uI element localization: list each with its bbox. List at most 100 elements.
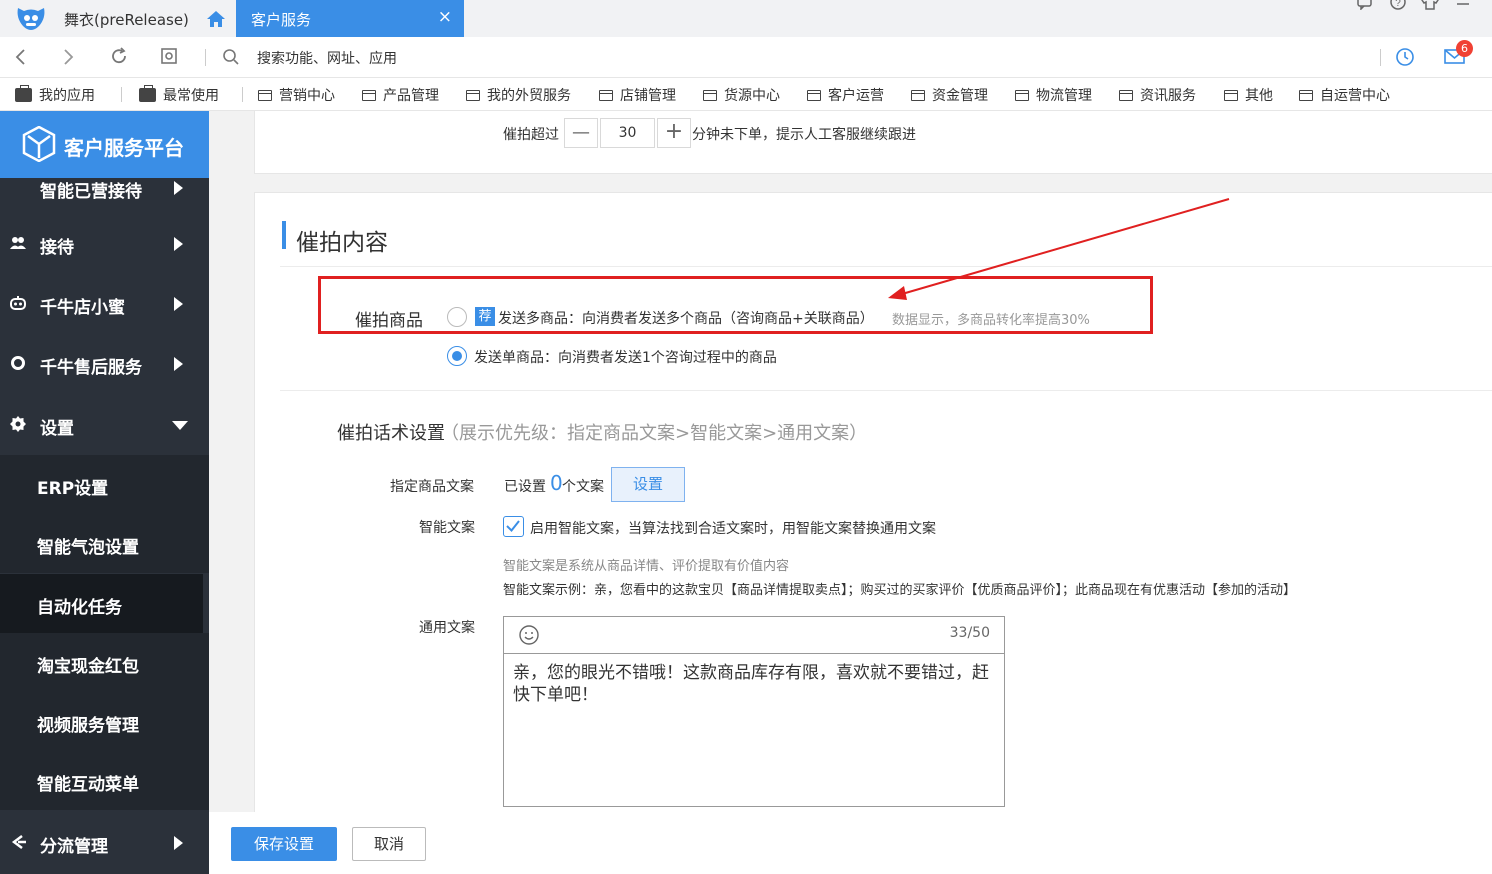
sidebar-item-aftersale[interactable]: 千牛售后服务 [0,334,209,394]
sidebar-item-label: 接待 [40,238,74,258]
timeout-setting-card: 催拍超过 — 30 + 分钟未下单，提示人工客服继续跟进 [254,111,1492,174]
sidebar-item-routing[interactable]: 分流管理 [0,813,209,873]
history-icon[interactable] [1395,47,1415,67]
folder-icon [806,89,821,101]
chevron-right-icon [174,836,183,850]
navigation-bar: 搜索功能、网址、应用 6 [0,37,1492,78]
sidebar-item-label: 淘宝现金红包 [37,657,139,677]
robot-icon [10,296,26,310]
back-icon[interactable] [14,48,26,66]
sidebar-item-settings[interactable]: 设置 [0,395,209,455]
sidebar-item-label: 千牛售后服务 [40,358,142,378]
smart-copy-checkbox-label[interactable]: 启用智能文案，当算法找到合适文案时，用智能文案替换通用文案 [530,518,936,538]
sidebar-header: 客户服务平台 [0,111,209,178]
bookmark-other[interactable]: 其他 [1223,85,1273,105]
tab-customer-service[interactable]: 客户服务 × [236,0,464,37]
sidebar-item-automation[interactable]: 自动化任务 [0,574,203,633]
app-title: 舞衣(preRelease) [64,11,189,29]
cancel-button[interactable]: 取消 [352,827,426,861]
sidebar-item-label: 智能气泡设置 [37,538,139,558]
sidebar-item-erp[interactable]: ERP设置 [0,455,209,514]
divider [280,266,1492,267]
help-icon[interactable]: ? [1389,0,1407,10]
general-copy-text[interactable]: 亲，您的眼光不错哦！这款商品库存有限，喜欢就不要错过，赶快下单吧！ [513,662,993,706]
bookmark-my-apps[interactable]: 我的应用 [15,85,95,105]
folder-icon [1223,89,1238,101]
minutes-input[interactable]: 30 [600,118,655,148]
folder-icon [1014,89,1029,101]
bookmark-sourcing[interactable]: 货源中心 [702,85,780,105]
message-count-badge: 6 [1456,40,1473,57]
bookmark-product[interactable]: 产品管理 [361,85,439,105]
smart-copy-example: 智能文案示例：亲，您看中的这款宝贝【商品详情提取卖点】；购买过的买家评价【优质商… [503,583,1297,598]
decrement-button[interactable]: — [564,118,598,148]
specified-copy-label: 指定商品文案 [390,479,474,495]
set-copy-button[interactable]: 设置 [611,467,685,502]
sidebar-item-label: 智能互动菜单 [37,775,139,795]
sidebar-item-menu[interactable]: 智能互动菜单 [0,751,209,810]
specified-copy-count: 0 [550,471,563,495]
save-button[interactable]: 保存设置 [231,827,337,861]
radio-single-product[interactable] [447,346,467,366]
bookmark-frequent[interactable]: 最常使用 [139,85,219,105]
home-tab[interactable] [198,0,234,37]
bookmark-self-ops[interactable]: 自运营中心 [1298,85,1390,105]
bookmarks-bar: 我的应用 最常使用 营销中心 产品管理 我的外贸服务 店铺管理 货源中心 客户运… [0,78,1492,111]
platform-logo-icon [22,126,56,162]
skin-icon[interactable] [1420,0,1440,10]
circle-icon [11,356,25,370]
sidebar-item-qianniu-xiaomi[interactable]: 千牛店小蜜 [0,274,209,334]
folder-icon [910,89,925,101]
briefcase-icon [15,85,32,102]
general-copy-label: 通用文案 [419,620,475,636]
bookmark-marketing[interactable]: 营销中心 [257,85,335,105]
option-single-label[interactable]: 发送单商品：向消费者发送1个咨询过程中的商品 [474,347,777,367]
bookmark-logistics[interactable]: 物流管理 [1014,85,1092,105]
window-titlebar: 舞衣(preRelease) 客户服务 × ? [0,0,1492,37]
sidebar: 客户服务平台 智能已营接待 接待 千牛店小蜜 千牛售后服务 设置 ERP设置 智… [0,111,209,874]
specified-copy-suffix: 个文案 [562,479,604,495]
menu-icon[interactable] [1455,0,1471,10]
feedback-icon[interactable] [1356,0,1374,10]
forward-icon[interactable] [63,48,75,66]
bookmark-store[interactable]: 店铺管理 [598,85,676,105]
routing-icon [11,835,26,849]
sidebar-item-bubble[interactable]: 智能气泡设置 [0,514,209,573]
bookmark-customer-ops[interactable]: 客户运营 [806,85,884,105]
sidebar-item-reception[interactable]: 接待 [0,214,209,274]
checkmark-icon [506,520,520,533]
tab-close-icon[interactable]: × [438,7,452,27]
address-search-input[interactable]: 搜索功能、网址、应用 [257,48,397,68]
sidebar-item-video[interactable]: 视频服务管理 [0,692,209,751]
script-settings-title: 催拍话术设置 [337,423,445,444]
screenshot-icon[interactable] [160,47,178,65]
refresh-icon[interactable] [110,47,128,65]
bookmark-news[interactable]: 资讯服务 [1118,85,1196,105]
general-copy-editor[interactable]: 33/50 亲，您的眼光不错哦！这款商品库存有限，喜欢就不要错过，赶快下单吧！ [503,616,1005,807]
bookmark-foreign-trade[interactable]: 我的外贸服务 [465,85,571,105]
folder-icon [598,89,613,101]
search-icon [223,49,239,65]
bookmark-funds[interactable]: 资金管理 [910,85,988,105]
folder-icon [465,89,480,101]
sidebar-item-label: 千牛店小蜜 [40,298,125,318]
chevron-right-icon [174,181,183,195]
script-settings-hint: （展示优先级：指定商品文案>智能文案>通用文案） [441,423,868,444]
sidebar-item-label: ERP设置 [37,479,109,499]
increment-button[interactable]: + [657,118,691,148]
main-content: 催拍超过 — 30 + 分钟未下单，提示人工客服继续跟进 催拍内容 催拍商品 荐… [209,111,1492,874]
sidebar-item-redpacket[interactable]: 淘宝现金红包 [0,633,209,692]
users-icon [10,237,26,249]
sidebar-item-label: 设置 [40,419,74,439]
smart-copy-checkbox[interactable] [503,516,524,537]
plus-icon: + [664,119,684,144]
platform-title: 客户服务平台 [64,136,184,160]
char-count: 33/50 [949,625,990,641]
sidebar-item-label: 视频服务管理 [37,716,139,736]
folder-icon [1118,89,1133,101]
editor-toolbar: 33/50 [504,617,1004,654]
smart-copy-label: 智能文案 [419,520,475,536]
emoji-icon[interactable] [518,624,540,646]
section-title: 催拍内容 [296,230,388,256]
app-logo-icon [17,8,45,30]
